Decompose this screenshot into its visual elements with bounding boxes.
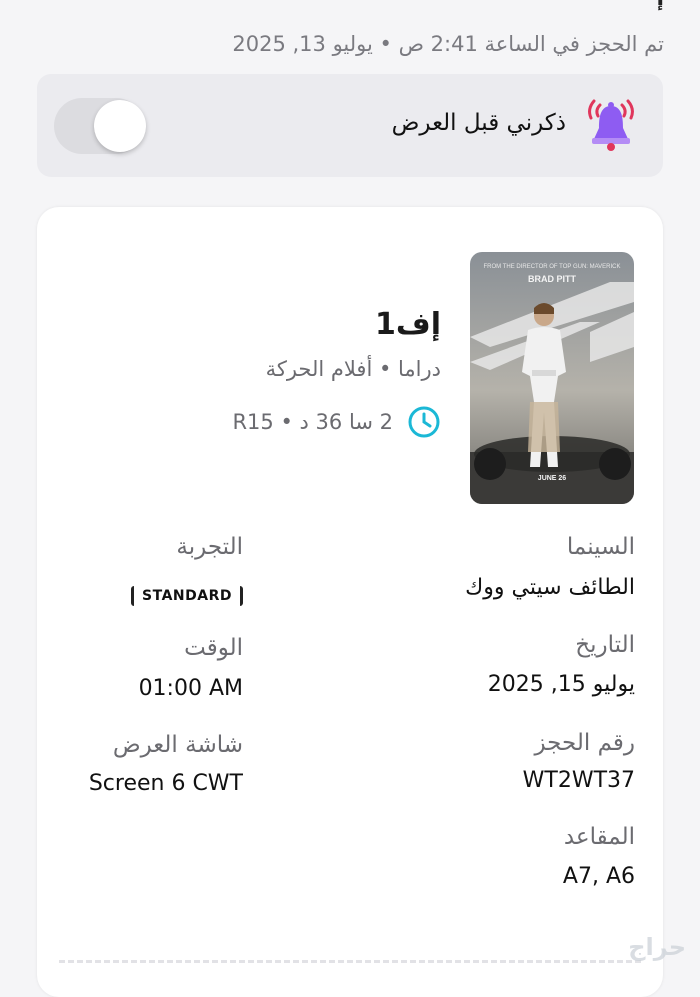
time-value: 01:00 AM (138, 676, 243, 701)
cinema-label: السينما (566, 534, 635, 560)
reminder-label: ذكرني قبل العرض (391, 110, 566, 136)
ticket-divider (59, 960, 641, 963)
poster-image: FROM THE DIRECTOR OF TOP GUN: MAVERICK B… (470, 252, 634, 504)
screen-value: Screen 6 CWT (88, 771, 243, 796)
movie-title: إف1 (374, 307, 441, 342)
experience-badge: STANDARD (131, 586, 243, 606)
reminder-toggle[interactable] (54, 98, 146, 154)
reminder-card: ذكرني قبل العرض (37, 74, 663, 177)
seats-label: المقاعد (563, 824, 635, 850)
bell-ringing-icon (588, 99, 634, 151)
booking-number-value: WT2WT37 (522, 768, 635, 793)
date-label: التاريخ (575, 632, 635, 658)
ticket-card: FROM THE DIRECTOR OF TOP GUN: MAVERICK B… (37, 207, 663, 997)
movie-genres: دراما • أفلام الحركة (265, 357, 441, 381)
seats-value: A7, A6 (562, 864, 635, 889)
poster-actor-text: BRAD PITT (528, 274, 576, 284)
header-fragment: إ (656, 0, 664, 11)
time-label: الوقت (184, 635, 243, 661)
date-value: يوليو 15, 2025 (487, 672, 635, 697)
experience-label: التجربة (176, 534, 243, 560)
movie-poster[interactable]: FROM THE DIRECTOR OF TOP GUN: MAVERICK B… (470, 252, 634, 504)
booking-timestamp: تم الحجز في الساعة 2:41 ص • يوليو 13, 20… (232, 32, 664, 56)
watermark-logo: حراج (628, 933, 686, 961)
movie-duration-rating: 2 سا 36 د • R15 (232, 410, 393, 434)
cinema-value: الطائف سيتي ووك (465, 575, 635, 600)
clock-icon (408, 406, 440, 438)
movie-duration-row: 2 سا 36 د • R15 (232, 405, 441, 439)
screen-label: شاشة العرض (112, 732, 243, 758)
booking-number-label: رقم الحجز (534, 730, 635, 756)
svg-text:FROM THE DIRECTOR OF TOP GUN:: FROM THE DIRECTOR OF TOP GUN: MAVERICK (483, 264, 620, 270)
poster-date-text: JUNE 26 (538, 475, 567, 482)
toggle-knob[interactable] (94, 100, 146, 152)
